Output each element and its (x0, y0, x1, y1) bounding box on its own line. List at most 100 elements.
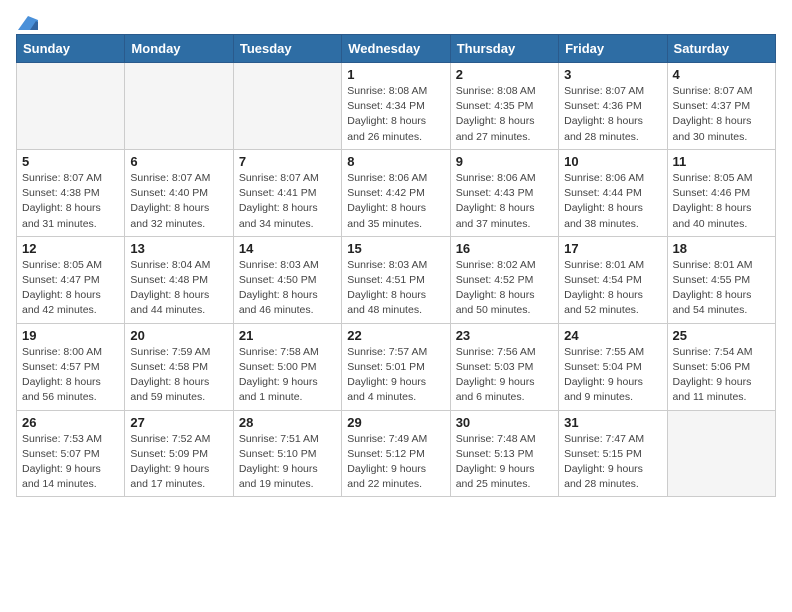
calendar-cell: 26 Sunrise: 7:53 AM Sunset: 5:07 PM Dayli… (17, 410, 125, 497)
day-info: Sunrise: 7:49 AM Sunset: 5:12 PM Dayligh… (347, 432, 444, 493)
day-info: Sunrise: 7:57 AM Sunset: 5:01 PM Dayligh… (347, 345, 444, 406)
day-info: Sunrise: 7:59 AM Sunset: 4:58 PM Dayligh… (130, 345, 227, 406)
day-info: Sunrise: 8:07 AM Sunset: 4:37 PM Dayligh… (673, 84, 770, 145)
day-number: 14 (239, 241, 336, 256)
day-info: Sunrise: 7:48 AM Sunset: 5:13 PM Dayligh… (456, 432, 553, 493)
calendar-cell (125, 63, 233, 150)
calendar-cell: 2 Sunrise: 8:08 AM Sunset: 4:35 PM Daylig… (450, 63, 558, 150)
calendar-week-row: 19 Sunrise: 8:00 AM Sunset: 4:57 PM Dayli… (17, 323, 776, 410)
day-number: 6 (130, 154, 227, 169)
day-number: 15 (347, 241, 444, 256)
day-number: 5 (22, 154, 119, 169)
day-number: 24 (564, 328, 661, 343)
calendar-cell: 20 Sunrise: 7:59 AM Sunset: 4:58 PM Dayli… (125, 323, 233, 410)
day-info: Sunrise: 8:01 AM Sunset: 4:54 PM Dayligh… (564, 258, 661, 319)
day-info: Sunrise: 7:52 AM Sunset: 5:09 PM Dayligh… (130, 432, 227, 493)
day-info: Sunrise: 8:07 AM Sunset: 4:36 PM Dayligh… (564, 84, 661, 145)
day-info: Sunrise: 8:06 AM Sunset: 4:43 PM Dayligh… (456, 171, 553, 232)
day-info: Sunrise: 8:05 AM Sunset: 4:47 PM Dayligh… (22, 258, 119, 319)
weekday-header: Wednesday (342, 35, 450, 63)
weekday-header: Tuesday (233, 35, 341, 63)
calendar-cell: 4 Sunrise: 8:07 AM Sunset: 4:37 PM Daylig… (667, 63, 775, 150)
day-number: 11 (673, 154, 770, 169)
day-info: Sunrise: 8:01 AM Sunset: 4:55 PM Dayligh… (673, 258, 770, 319)
calendar-week-row: 1 Sunrise: 8:08 AM Sunset: 4:34 PM Daylig… (17, 63, 776, 150)
day-info: Sunrise: 8:07 AM Sunset: 4:40 PM Dayligh… (130, 171, 227, 232)
day-info: Sunrise: 8:03 AM Sunset: 4:51 PM Dayligh… (347, 258, 444, 319)
day-info: Sunrise: 8:07 AM Sunset: 4:41 PM Dayligh… (239, 171, 336, 232)
calendar-cell: 17Sunrise: 8:01 AM Sunset: 4:54 PM Dayli… (559, 236, 667, 323)
day-info: Sunrise: 7:53 AM Sunset: 5:07 PM Dayligh… (22, 432, 119, 493)
calendar-cell: 31 Sunrise: 7:47 AM Sunset: 5:15 PM Dayli… (559, 410, 667, 497)
day-info: Sunrise: 7:55 AM Sunset: 5:04 PM Dayligh… (564, 345, 661, 406)
calendar-cell (233, 63, 341, 150)
day-info: Sunrise: 8:06 AM Sunset: 4:42 PM Dayligh… (347, 171, 444, 232)
day-info: Sunrise: 8:05 AM Sunset: 4:46 PM Dayligh… (673, 171, 770, 232)
calendar-week-row: 5 Sunrise: 8:07 AM Sunset: 4:38 PM Daylig… (17, 149, 776, 236)
day-number: 30 (456, 415, 553, 430)
day-number: 4 (673, 67, 770, 82)
calendar-cell: 22 Sunrise: 7:57 AM Sunset: 5:01 PM Dayli… (342, 323, 450, 410)
weekday-header: Sunday (17, 35, 125, 63)
day-info: Sunrise: 8:06 AM Sunset: 4:44 PM Dayligh… (564, 171, 661, 232)
day-number: 9 (456, 154, 553, 169)
calendar-cell: 3 Sunrise: 8:07 AM Sunset: 4:36 PM Daylig… (559, 63, 667, 150)
day-number: 23 (456, 328, 553, 343)
weekday-header: Monday (125, 35, 233, 63)
weekday-header: Saturday (667, 35, 775, 63)
day-info: Sunrise: 7:54 AM Sunset: 5:06 PM Dayligh… (673, 345, 770, 406)
calendar-cell: 10 Sunrise: 8:06 AM Sunset: 4:44 PM Dayli… (559, 149, 667, 236)
day-info: Sunrise: 8:02 AM Sunset: 4:52 PM Dayligh… (456, 258, 553, 319)
calendar-cell: 6 Sunrise: 8:07 AM Sunset: 4:40 PM Daylig… (125, 149, 233, 236)
calendar-cell: 16Sunrise: 8:02 AM Sunset: 4:52 PM Dayli… (450, 236, 558, 323)
day-number: 29 (347, 415, 444, 430)
day-number: 12 (22, 241, 119, 256)
calendar-cell (667, 410, 775, 497)
calendar-cell: 25 Sunrise: 7:54 AM Sunset: 5:06 PM Dayli… (667, 323, 775, 410)
day-info: Sunrise: 7:51 AM Sunset: 5:10 PM Dayligh… (239, 432, 336, 493)
day-number: 27 (130, 415, 227, 430)
calendar-week-row: 12 Sunrise: 8:05 AM Sunset: 4:47 PM Dayli… (17, 236, 776, 323)
day-number: 18 (673, 241, 770, 256)
day-info: Sunrise: 8:00 AM Sunset: 4:57 PM Dayligh… (22, 345, 119, 406)
calendar-cell: 27 Sunrise: 7:52 AM Sunset: 5:09 PM Dayli… (125, 410, 233, 497)
day-number: 31 (564, 415, 661, 430)
day-number: 1 (347, 67, 444, 82)
logo (16, 16, 38, 26)
day-number: 10 (564, 154, 661, 169)
calendar-cell: 19 Sunrise: 8:00 AM Sunset: 4:57 PM Dayli… (17, 323, 125, 410)
day-info: Sunrise: 8:04 AM Sunset: 4:48 PM Dayligh… (130, 258, 227, 319)
day-info: Sunrise: 7:56 AM Sunset: 5:03 PM Dayligh… (456, 345, 553, 406)
page-header (16, 16, 776, 26)
calendar-cell: 1 Sunrise: 8:08 AM Sunset: 4:34 PM Daylig… (342, 63, 450, 150)
calendar-table: SundayMondayTuesdayWednesdayThursdayFrid… (16, 34, 776, 497)
day-number: 8 (347, 154, 444, 169)
calendar-cell: 5 Sunrise: 8:07 AM Sunset: 4:38 PM Daylig… (17, 149, 125, 236)
day-number: 22 (347, 328, 444, 343)
day-info: Sunrise: 7:58 AM Sunset: 5:00 PM Dayligh… (239, 345, 336, 406)
calendar-cell: 8 Sunrise: 8:06 AM Sunset: 4:42 PM Daylig… (342, 149, 450, 236)
calendar-cell: 7 Sunrise: 8:07 AM Sunset: 4:41 PM Daylig… (233, 149, 341, 236)
day-number: 20 (130, 328, 227, 343)
calendar-cell: 29 Sunrise: 7:49 AM Sunset: 5:12 PM Dayli… (342, 410, 450, 497)
day-number: 3 (564, 67, 661, 82)
day-number: 13 (130, 241, 227, 256)
day-number: 26 (22, 415, 119, 430)
day-info: Sunrise: 7:47 AM Sunset: 5:15 PM Dayligh… (564, 432, 661, 493)
calendar-cell: 28Sunrise: 7:51 AM Sunset: 5:10 PM Dayli… (233, 410, 341, 497)
calendar-cell (17, 63, 125, 150)
day-info: Sunrise: 8:08 AM Sunset: 4:34 PM Dayligh… (347, 84, 444, 145)
calendar-cell: 30 Sunrise: 7:48 AM Sunset: 5:13 PM Dayli… (450, 410, 558, 497)
day-info: Sunrise: 8:07 AM Sunset: 4:38 PM Dayligh… (22, 171, 119, 232)
weekday-header: Thursday (450, 35, 558, 63)
day-number: 7 (239, 154, 336, 169)
calendar-cell: 11 Sunrise: 8:05 AM Sunset: 4:46 PM Dayli… (667, 149, 775, 236)
calendar-cell: 24 Sunrise: 7:55 AM Sunset: 5:04 PM Dayli… (559, 323, 667, 410)
day-number: 19 (22, 328, 119, 343)
calendar-cell: 12 Sunrise: 8:05 AM Sunset: 4:47 PM Dayli… (17, 236, 125, 323)
day-number: 25 (673, 328, 770, 343)
calendar-cell: 14Sunrise: 8:03 AM Sunset: 4:50 PM Dayli… (233, 236, 341, 323)
day-info: Sunrise: 8:08 AM Sunset: 4:35 PM Dayligh… (456, 84, 553, 145)
calendar-week-row: 26 Sunrise: 7:53 AM Sunset: 5:07 PM Dayli… (17, 410, 776, 497)
day-number: 2 (456, 67, 553, 82)
